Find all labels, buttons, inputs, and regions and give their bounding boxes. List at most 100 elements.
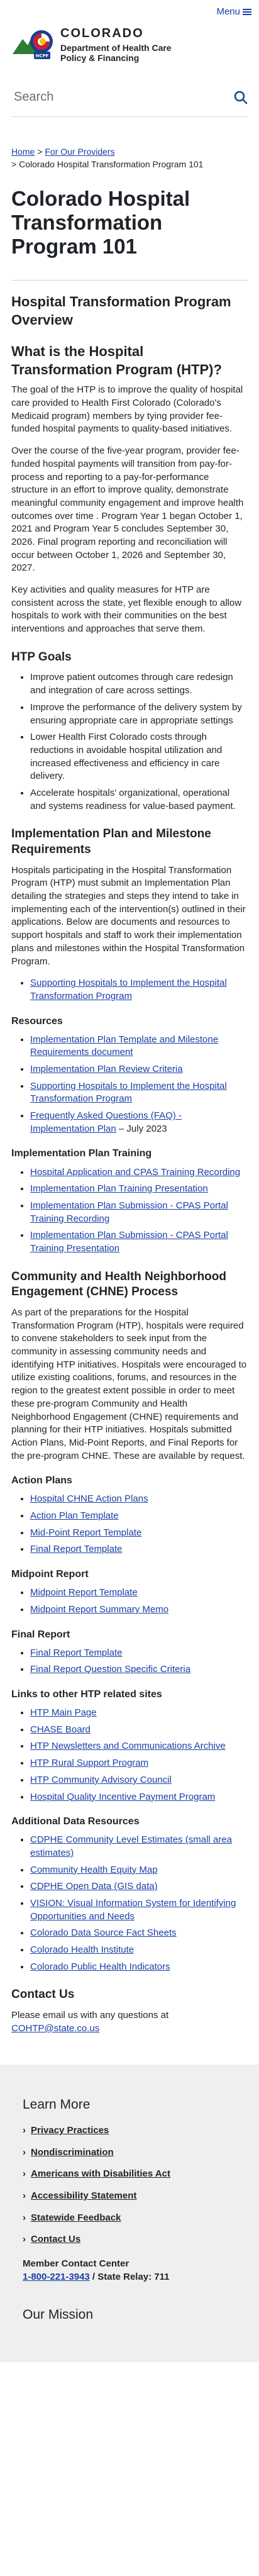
data-link[interactable]: CDPHE Open Data (GIS data) [30, 1881, 158, 1892]
data-link[interactable]: Colorado Data Source Fact Sheets [30, 1927, 177, 1938]
list-item: Final Report Question Specific Criteria [30, 1663, 248, 1676]
resource-link[interactable]: Implementation Plan Review Criteria [30, 1064, 183, 1074]
final-link[interactable]: Final Report Question Specific Criteria [30, 1664, 190, 1675]
list-item: Lower Health First Colorado costs throug… [30, 731, 248, 783]
footer-links: › Privacy Practices › Nondiscrimination › A… [23, 2124, 236, 2246]
what-heading: What is the Hospital Transformation Prog… [11, 343, 222, 377]
list-item: › Statewide Feedback [23, 2212, 236, 2225]
list-item: Improve the performance of the delivery … [30, 701, 248, 727]
related-link[interactable]: Hospital Quality Incentive Payment Progr… [30, 1792, 215, 1802]
training-link[interactable]: Hospital Application and CPAS Training R… [30, 1167, 240, 1178]
data-link[interactable]: CDPHE Community Level Estimates (small a… [30, 1834, 232, 1858]
list-item: Final Report Template [30, 1543, 248, 1556]
list-item: Mid-Point Report Template [30, 1527, 248, 1540]
list-item: Colorado Health Institute [30, 1944, 248, 1957]
member-contact-label: Member Contact Center [23, 2258, 130, 2269]
related-link[interactable]: HTP Rural Support Program [30, 1758, 148, 1768]
list-item: Frequently Asked Questions (FAQ) - Imple… [30, 1110, 248, 1135]
list-item: Implementation Plan Review Criteria [30, 1063, 248, 1076]
data-link[interactable]: VISION: Visual Information System for Id… [30, 1898, 236, 1922]
related-link[interactable]: HTP Newsletters and Communications Archi… [30, 1741, 226, 1751]
midpoint-link[interactable]: Midpoint Report Template [30, 1587, 138, 1598]
chevron-right-icon: › [23, 2168, 26, 2180]
menu-button[interactable]: Menu [216, 6, 251, 19]
breadcrumb-home[interactable]: Home [11, 147, 35, 157]
resource-link[interactable]: Implementation Plan Template and Milesto… [30, 1034, 218, 1058]
faq-date: – July 2023 [116, 1123, 167, 1134]
chevron-right-icon: › [23, 2234, 26, 2245]
training-link[interactable]: Implementation Plan Submission - CPAS Po… [30, 1200, 228, 1224]
list-item: Hospital Quality Incentive Payment Progr… [30, 1791, 248, 1804]
list-item: Supporting Hospitals to Implement the Ho… [30, 1080, 248, 1106]
action-link[interactable]: Mid-Point Report Template [30, 1527, 141, 1538]
training-link[interactable]: Implementation Plan Submission - CPAS Po… [30, 1230, 228, 1254]
list-item: VISION: Visual Information System for Id… [30, 1897, 248, 1923]
resource-link[interactable]: Supporting Hospitals to Implement the Ho… [30, 1081, 227, 1105]
svg-text:HCPF: HCPF [36, 53, 49, 59]
action-link[interactable]: Final Report Template [30, 1544, 122, 1554]
related-link[interactable]: CHASE Board [30, 1724, 91, 1735]
list-item: › Privacy Practices [23, 2124, 236, 2138]
list-item: Improve patient outcomes through care re… [30, 671, 248, 697]
footer-link[interactable]: Contact Us [31, 2233, 80, 2246]
breadcrumb-separator: > [37, 147, 43, 157]
list-item: Midpoint Report Template [30, 1586, 248, 1600]
training-link[interactable]: Implementation Plan Training Presentatio… [30, 1183, 208, 1194]
footer-link[interactable]: Nondiscrimination [31, 2146, 114, 2160]
footer-link[interactable]: Americans with Disabilities Act [31, 2168, 170, 2181]
contact-email-link[interactable]: COHTP@state.co.us [11, 2023, 99, 2034]
list-item: Implementation Plan Training Presentatio… [30, 1183, 248, 1196]
training-list: Hospital Application and CPAS Training R… [11, 1166, 248, 1256]
final-link[interactable]: Final Report Template [30, 1648, 122, 1658]
data-link[interactable]: Colorado Health Institute [30, 1944, 134, 1955]
action-link[interactable]: Action Plan Template [30, 1510, 119, 1521]
list-item: Hospital Application and CPAS Training R… [30, 1166, 248, 1179]
data-resources-heading: Additional Data Resources [11, 1816, 140, 1827]
midpoint-link[interactable]: Midpoint Report Summary Memo [30, 1604, 168, 1615]
related-link[interactable]: HTP Main Page [30, 1707, 97, 1718]
list-item: HTP Main Page [30, 1707, 248, 1720]
footer-link[interactable]: Privacy Practices [31, 2124, 109, 2138]
breadcrumb-separator: > [11, 159, 17, 169]
logo-text: COLORADO Department of Health Care Polic… [60, 25, 172, 63]
supporting-hospitals-link[interactable]: Supporting Hospitals to Implement the Ho… [30, 978, 227, 1001]
final-report-heading: Final Report [11, 1629, 70, 1640]
divider [11, 280, 248, 281]
list-item: Implementation Plan Template and Milesto… [30, 1034, 248, 1059]
footer-link[interactable]: Statewide Feedback [31, 2212, 121, 2225]
phone-link[interactable]: 1-800-221-3943 [23, 2272, 90, 2282]
related-link[interactable]: HTP Community Advisory Council [30, 1775, 172, 1785]
overview-heading: Hospital Transformation Program Overview [11, 294, 231, 328]
chevron-right-icon: › [23, 2124, 26, 2136]
list-item: HTP Community Advisory Council [30, 1774, 248, 1787]
footer-link[interactable]: Accessibility Statement [31, 2190, 136, 2203]
contact-text: Please email us with any questions at [11, 2010, 169, 2021]
program-paragraph: Over the course of the five-year program… [11, 445, 244, 574]
midpoint-heading: Midpoint Report [11, 1569, 89, 1580]
action-link[interactable]: Hospital CHNE Action Plans [30, 1493, 148, 1504]
chne-heading: Community and Health Neighborhood Engage… [11, 1269, 226, 1299]
related-links-heading: Links to other HTP related sites [11, 1689, 162, 1700]
implementation-heading: Implementation Plan and Milestone Requir… [11, 827, 211, 856]
list-item: Supporting Hospitals to Implement the Ho… [30, 977, 248, 1003]
menu-label: Menu [216, 6, 240, 17]
breadcrumb-current: Colorado Hospital Transformation Program… [19, 159, 204, 169]
goals-heading: HTP Goals [11, 650, 72, 664]
goals-list: Improve patient outcomes through care re… [11, 671, 248, 813]
list-item: Action Plan Template [30, 1510, 248, 1523]
breadcrumb-providers[interactable]: For Our Providers [45, 147, 114, 157]
contact-heading: Contact Us [11, 1988, 75, 2002]
contact-paragraph: Please email us with any questions at CO… [11, 2009, 248, 2035]
data-link[interactable]: Colorado Public Health Indicators [30, 1961, 170, 1972]
site-logo[interactable]: HCPF COLORADO Department of Health Care … [0, 24, 259, 64]
search-icon[interactable] [234, 91, 248, 104]
list-item: HTP Newsletters and Communications Archi… [30, 1740, 248, 1753]
state-name: COLORADO [60, 26, 144, 41]
search-input[interactable]: Search [11, 78, 248, 117]
member-contact-line: 1-800-221-3943 / State Relay: 711 [23, 2271, 236, 2284]
list-item: Hospital CHNE Action Plans [30, 1493, 248, 1506]
list-item: Implementation Plan Submission - CPAS Po… [30, 1229, 248, 1255]
data-link[interactable]: Community Health Equity Map [30, 1865, 158, 1875]
list-item: HTP Rural Support Program [30, 1757, 248, 1770]
chevron-right-icon: › [23, 2146, 26, 2158]
